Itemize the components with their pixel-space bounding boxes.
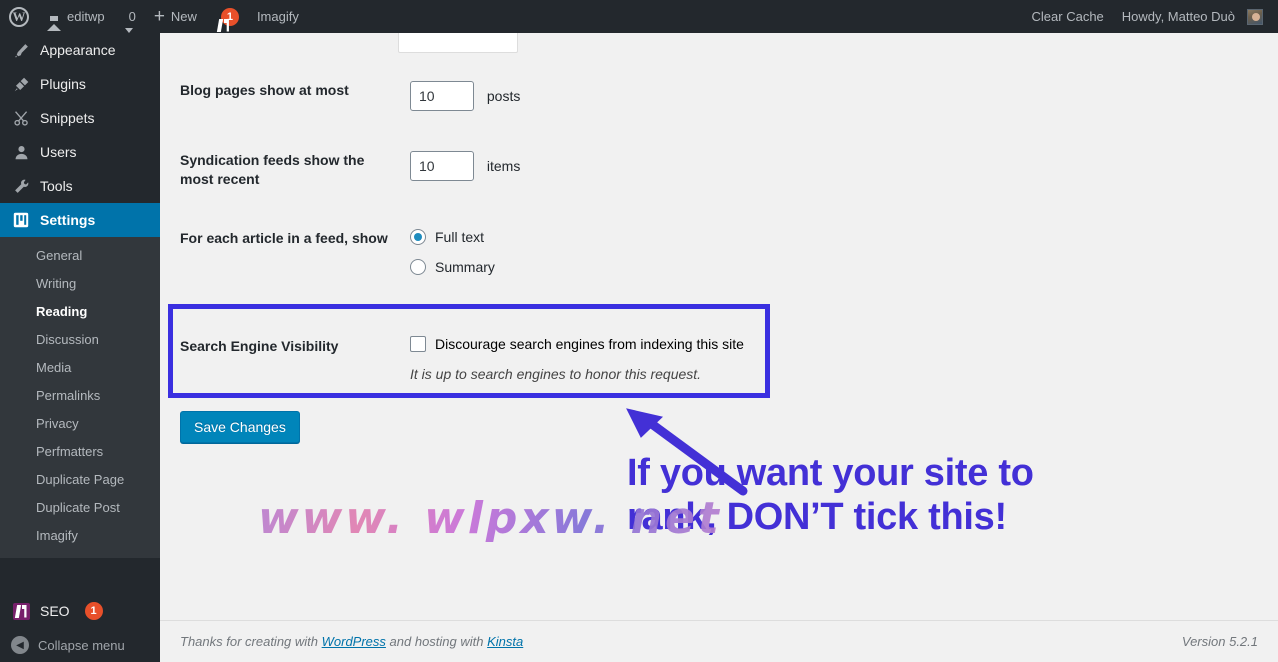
comments-count: 0 [129, 9, 136, 24]
footer-thanks-mid: and hosting with [386, 634, 487, 649]
main-content: Blog pages show at most posts Syndicatio… [160, 33, 1278, 662]
syndication-field-cell: items [400, 131, 530, 201]
wordpress-logo-icon: W [9, 7, 29, 27]
syndication-input[interactable] [410, 151, 474, 181]
submenu-item-privacy[interactable]: Privacy [0, 410, 160, 438]
kinsta-link[interactable]: Kinsta [487, 634, 523, 649]
discourage-checkbox-label: Discourage search engines from indexing … [435, 336, 744, 352]
radio-full-text[interactable] [410, 229, 426, 245]
radio-option-full-text[interactable]: Full text [410, 229, 495, 245]
submenu-item-duplicate-post[interactable]: Duplicate Post [0, 494, 160, 522]
sidebar-item-label: Tools [40, 178, 73, 194]
comments-menu[interactable]: 0 [114, 0, 145, 33]
blog-pages-unit: posts [487, 88, 520, 104]
sidebar-item-settings[interactable]: Settings [0, 203, 160, 237]
sidebar-item-snippets[interactable]: Snippets [0, 101, 160, 135]
chevron-left-icon: ◀ [11, 636, 29, 654]
admin-bar-left: W editwp 0 + New 1 Imagify [0, 0, 308, 33]
save-changes-button[interactable]: Save Changes [180, 411, 300, 443]
settings-sliders-icon [11, 210, 31, 230]
site-name-label: editwp [67, 9, 105, 24]
sidebar-item-label: SEO [40, 603, 70, 619]
sidebar-item-label: Snippets [40, 110, 94, 126]
scissors-icon [11, 108, 31, 128]
sidebar-item-label: Settings [40, 212, 95, 228]
sidebar-bottom: SEO 1 ◀ Collapse menu [0, 594, 160, 662]
submenu-item-duplicate-page[interactable]: Duplicate Page [0, 466, 160, 494]
clear-cache-button[interactable]: Clear Cache [1023, 0, 1113, 33]
wordpress-link[interactable]: WordPress [322, 634, 386, 649]
plus-icon: + [154, 7, 165, 26]
footer-thanks: Thanks for creating with WordPress and h… [180, 634, 523, 649]
submenu-item-reading[interactable]: Reading [0, 298, 160, 326]
radio-full-text-label: Full text [435, 229, 484, 245]
paintbrush-icon [11, 40, 31, 60]
annotation-line-1: If you want your site to [627, 451, 1097, 495]
settings-submenu: General Writing Reading Discussion Media… [0, 237, 160, 558]
submenu-item-permalinks[interactable]: Permalinks [0, 382, 160, 410]
seo-notification-badge: 1 [85, 602, 103, 620]
reading-settings-form: Blog pages show at most posts Syndicatio… [180, 61, 880, 295]
imagify-label: Imagify [257, 9, 299, 24]
cut-off-input-above[interactable] [398, 33, 518, 53]
hammer-icon [11, 176, 31, 196]
admin-bar-right: Clear Cache Howdy, Matteo Duò [1023, 0, 1278, 33]
admin-footer: Thanks for creating with WordPress and h… [160, 620, 1278, 662]
site-watermark: www. wlpxw. net [258, 493, 722, 544]
new-label: New [171, 9, 197, 24]
howdy-label: Howdy, Matteo Duò [1122, 9, 1235, 24]
sidebar-item-tools[interactable]: Tools [0, 169, 160, 203]
row-blog-pages: Blog pages show at most posts [180, 61, 880, 131]
submenu-item-perfmatters[interactable]: Perfmatters [0, 438, 160, 466]
submenu-item-imagify[interactable]: Imagify [0, 522, 160, 550]
footer-thanks-pre: Thanks for creating with [180, 634, 322, 649]
collapse-menu-label: Collapse menu [38, 638, 125, 653]
avatar [1247, 9, 1263, 25]
wordpress-logo-menu[interactable]: W [0, 0, 38, 33]
site-name-menu[interactable]: editwp [38, 0, 114, 33]
my-account-menu[interactable]: Howdy, Matteo Duò [1113, 0, 1272, 33]
feed-article-options: Full text Summary [400, 209, 505, 295]
search-engine-visibility-note: It is up to search engines to honor this… [410, 366, 744, 382]
sidebar-item-label: Appearance [40, 42, 116, 58]
blog-pages-label: Blog pages show at most [180, 61, 400, 120]
sidebar-item-seo[interactable]: SEO 1 [0, 594, 160, 628]
sidebar-item-label: Plugins [40, 76, 86, 92]
submenu-item-general[interactable]: General [0, 242, 160, 270]
submenu-item-media[interactable]: Media [0, 354, 160, 382]
user-icon [11, 142, 31, 162]
search-engine-visibility-label: Search Engine Visibility [180, 316, 400, 354]
blog-pages-field-cell: posts [400, 61, 530, 131]
radio-summary[interactable] [410, 259, 426, 275]
radio-summary-label: Summary [435, 259, 495, 275]
sidebar-item-appearance[interactable]: Appearance [0, 33, 160, 67]
admin-bar: W editwp 0 + New 1 Imagify Clear Cache H… [0, 0, 1278, 33]
radio-option-summary[interactable]: Summary [410, 259, 495, 275]
yoast-notification-badge: 1 [221, 8, 239, 26]
wordpress-version: Version 5.2.1 [1182, 634, 1258, 649]
submenu-item-writing[interactable]: Writing [0, 270, 160, 298]
sidebar-item-label: Users [40, 144, 77, 160]
submenu-item-discussion[interactable]: Discussion [0, 326, 160, 354]
feed-article-label: For each article in a feed, show [180, 209, 400, 268]
new-content-menu[interactable]: + New [145, 0, 206, 33]
blog-pages-input[interactable] [410, 81, 474, 111]
yoast-seo-menu[interactable]: 1 [206, 0, 248, 33]
syndication-label: Syndication feeds show the most recent [180, 131, 400, 209]
clear-cache-label: Clear Cache [1032, 9, 1104, 24]
sidebar-item-users[interactable]: Users [0, 135, 160, 169]
plug-icon [11, 74, 31, 94]
admin-sidebar: Appearance Plugins Snippets Users Tools … [0, 33, 160, 662]
row-syndication: Syndication feeds show the most recent i… [180, 131, 880, 209]
collapse-menu-button[interactable]: ◀ Collapse menu [0, 628, 160, 662]
discourage-search-engines-checkbox[interactable] [410, 336, 426, 352]
row-feed-article: For each article in a feed, show Full te… [180, 209, 880, 295]
sidebar-item-plugins[interactable]: Plugins [0, 67, 160, 101]
yoast-seo-icon [11, 601, 31, 621]
discourage-checkbox-row[interactable]: Discourage search engines from indexing … [410, 336, 744, 352]
search-engine-visibility-cell: Discourage search engines from indexing … [400, 316, 754, 382]
syndication-unit: items [487, 158, 520, 174]
imagify-menu[interactable]: Imagify [248, 0, 308, 33]
row-search-engine-visibility: Search Engine Visibility Discourage sear… [180, 316, 880, 382]
